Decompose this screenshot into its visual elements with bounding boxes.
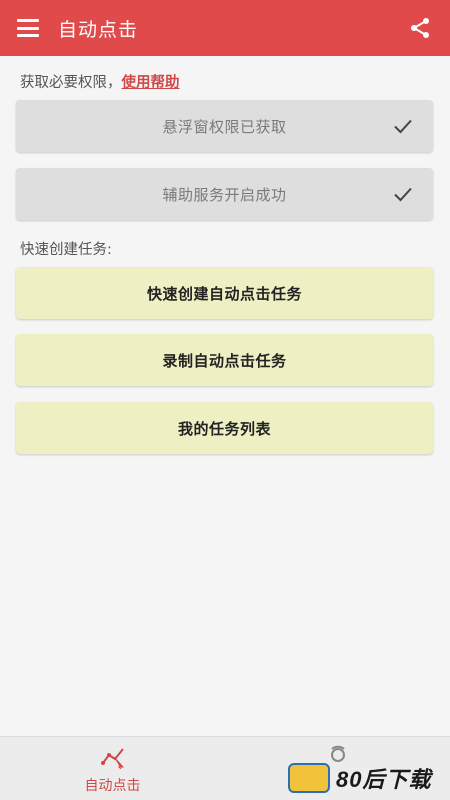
watermark-text: 80后下载 [336, 767, 432, 792]
my-task-list-label: 我的任务列表 [177, 419, 271, 438]
share-button[interactable] [400, 8, 440, 48]
nav-item-auto-click[interactable]: 自动点击 [0, 737, 225, 800]
permissions-label-text: 获取必要权限， [20, 75, 122, 91]
record-task-button[interactable]: 录制自动点击任务 [16, 334, 433, 386]
accessibility-service-status: 辅助服务开启成功 [16, 168, 433, 220]
hamburger-menu-icon [17, 19, 39, 37]
quick-create-task-label: 快速创建自动点击任务 [146, 284, 302, 303]
overlay-permission-status: 悬浮窗权限已获取 [16, 100, 433, 152]
check-icon [394, 119, 412, 134]
help-link[interactable]: 使用帮助 [122, 75, 180, 91]
app-root: 自动点击 获取必要权限，使用帮助 悬浮窗权限已获取 辅助服务开启成功 快速创建任… [0, 0, 450, 800]
record-task-label: 录制自动点击任务 [162, 351, 287, 370]
permissions-label: 获取必要权限，使用帮助 [20, 71, 180, 92]
my-task-list-button[interactable]: 我的任务列表 [16, 402, 433, 454]
check-icon [394, 187, 412, 202]
top-app-bar: 自动点击 [0, 0, 450, 56]
accessibility-service-label: 辅助服务开启成功 [162, 185, 287, 204]
quick-create-label: 快速创建任务: [20, 242, 112, 258]
watermark-logo: 80后下载 [288, 760, 448, 796]
menu-button[interactable] [0, 0, 56, 56]
nav-label-auto-click: 自动点击 [84, 778, 141, 794]
overlay-permission-label: 悬浮窗权限已获取 [162, 117, 287, 136]
quick-create-task-button[interactable]: 快速创建自动点击任务 [16, 267, 433, 319]
share-icon [411, 18, 429, 38]
watermark-robot-icon [288, 763, 330, 793]
app-title: 自动点击 [58, 18, 139, 41]
auto-click-icon [100, 748, 124, 769]
